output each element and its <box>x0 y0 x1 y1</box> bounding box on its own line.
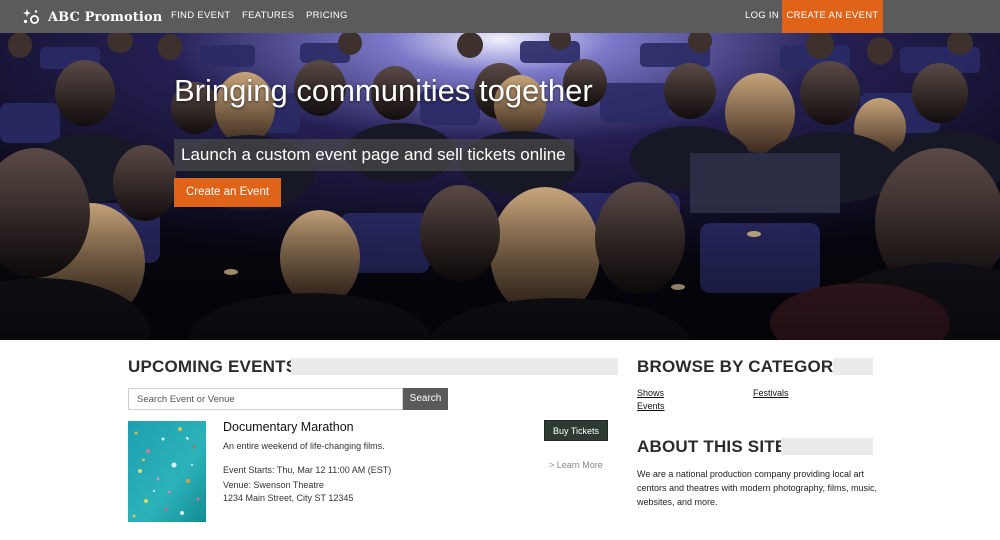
category-link-events[interactable]: Events <box>637 401 665 411</box>
category-link-festivals[interactable]: Festivals <box>753 388 789 398</box>
event-description: An entire weekend of life-changing films… <box>223 441 385 451</box>
brand-logo[interactable]: ABC Promotion <box>22 7 162 27</box>
hero-title: Bringing communities together <box>174 73 593 108</box>
event-address: 1234 Main Street, City ST 12345 <box>223 493 354 503</box>
event-title[interactable]: Documentary Marathon <box>223 420 354 434</box>
create-event-hero-button[interactable]: Create an Event <box>174 178 281 207</box>
nav-link-pricing[interactable]: PRICING <box>306 0 348 33</box>
event-venue: Venue: Swenson Theatre <box>223 480 324 490</box>
hero-subtitle: Launch a custom event page and sell tick… <box>174 139 574 171</box>
nav-link-find-event[interactable]: FIND EVENT <box>171 0 230 33</box>
upcoming-events-heading: UPCOMING EVENTS <box>128 357 298 376</box>
nav-link-features[interactable]: FEATURES <box>242 0 294 33</box>
event-thumbnail[interactable] <box>128 421 206 522</box>
hero-banner: Bringing communities together Launch a c… <box>0 33 1000 340</box>
top-navigation: ABC Promotion FIND EVENT FEATURES PRICIN… <box>0 0 1000 33</box>
heading-divider-bar <box>291 358 618 375</box>
buy-tickets-button[interactable]: Buy Tickets <box>544 420 608 441</box>
search-input[interactable] <box>128 388 403 410</box>
about-heading: ABOUT THIS SITE <box>637 437 787 456</box>
search-button[interactable]: Search <box>403 388 448 410</box>
about-description: We are a national production company pro… <box>637 469 877 507</box>
brand-name: ABC Promotion <box>48 9 163 25</box>
category-link-shows[interactable]: Shows <box>637 388 664 398</box>
event-start-time: Event Starts: Thu, Mar 12 11:00 AM (EST) <box>223 465 392 475</box>
heading-divider-bar <box>833 358 873 375</box>
create-event-nav-button[interactable]: CREATE AN EVENT <box>782 0 883 33</box>
learn-more-link[interactable]: > Learn More <box>549 460 603 470</box>
heading-divider-bar <box>781 438 873 455</box>
sparkle-logo-icon <box>23 9 39 24</box>
login-link[interactable]: LOG IN <box>745 0 779 33</box>
browse-category-heading: BROWSE BY CATEGORY <box>637 357 845 376</box>
